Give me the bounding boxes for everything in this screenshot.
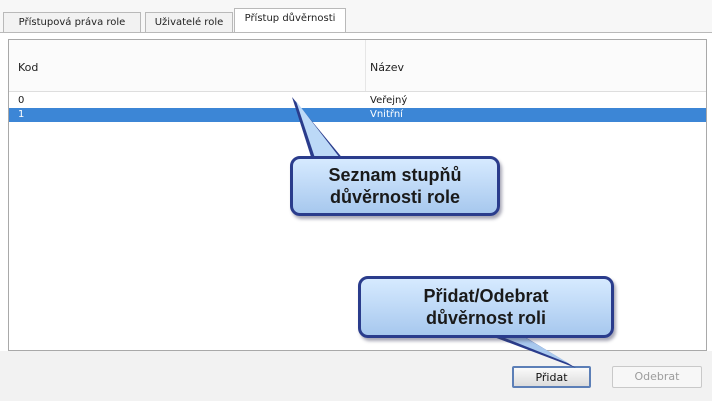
callout-list-line2: důvěrnosti role (329, 187, 461, 207)
callout-buttons: Přidat/Odebrat důvěrnost roli (358, 276, 614, 338)
callout-list: Seznam stupňů důvěrnosti role (290, 156, 500, 216)
callout-buttons-line2: důvěrnost roli (425, 308, 546, 328)
callout-buttons-line1: Přidat/Odebrat (423, 286, 549, 306)
callout-pointer-buttons (486, 334, 576, 368)
callout-list-line1: Seznam stupňů (328, 165, 462, 185)
